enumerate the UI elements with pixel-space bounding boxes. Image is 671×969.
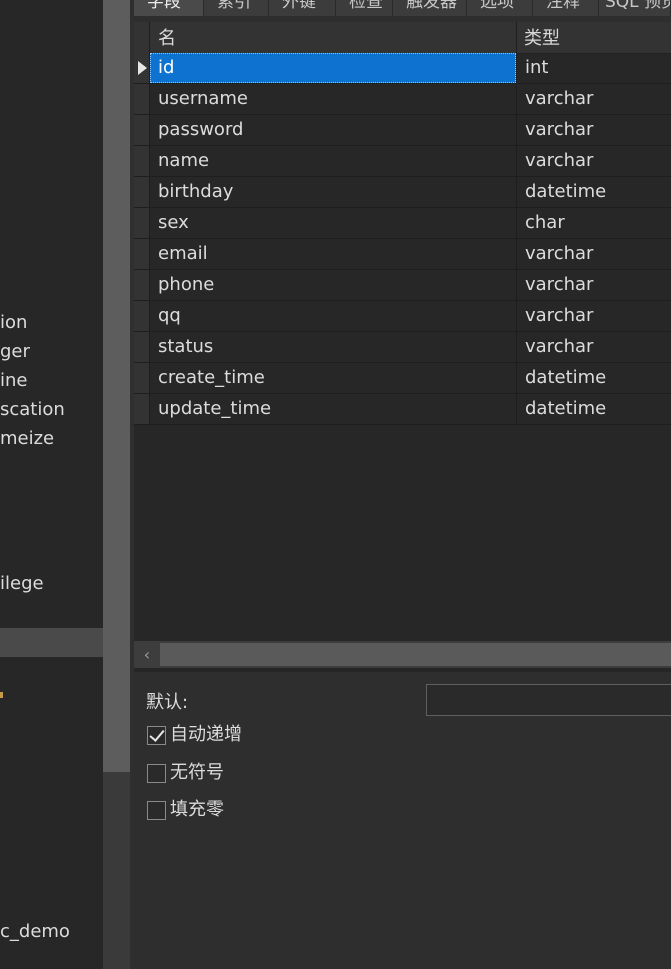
field-name-cell[interactable]: birthday <box>150 177 516 207</box>
field-name-cell[interactable]: sex <box>150 208 516 238</box>
nav-item[interactable]: ion <box>0 312 27 334</box>
default-label: 默认: <box>146 692 189 713</box>
navigator-scrollbar[interactable] <box>103 0 130 969</box>
row-selector[interactable] <box>134 270 150 300</box>
tab-foreign-keys[interactable]: 外键 <box>269 0 336 16</box>
field-name-cell[interactable]: status <box>150 332 516 362</box>
nav-item[interactable]: c_demo <box>0 921 70 943</box>
nav-item[interactable]: scation <box>0 399 65 421</box>
row-selector[interactable] <box>134 146 150 176</box>
auto-increment-label[interactable]: 自动递增 <box>170 724 242 746</box>
table-row[interactable]: status varchar <box>134 332 671 363</box>
unsigned-label[interactable]: 无符号 <box>170 762 224 784</box>
field-type-cell[interactable]: varchar <box>516 270 671 300</box>
field-name-cell[interactable]: qq <box>150 301 516 331</box>
tab-comment[interactable]: 注释 <box>533 0 599 16</box>
field-name-cell[interactable]: phone <box>150 270 516 300</box>
field-type-cell[interactable]: char <box>516 208 671 238</box>
table-row[interactable]: password varchar <box>134 115 671 146</box>
zerofill-checkbox[interactable] <box>147 801 166 820</box>
row-selector[interactable] <box>134 115 150 145</box>
field-name-cell[interactable]: id <box>150 53 516 83</box>
unsigned-checkbox[interactable] <box>147 764 166 783</box>
nav-item[interactable]: ine <box>0 370 27 392</box>
table-row[interactable]: create_time datetime <box>134 363 671 394</box>
table-row[interactable]: id int <box>134 53 671 84</box>
column-header-type[interactable]: 类型 <box>516 22 671 53</box>
field-type-cell[interactable]: datetime <box>516 394 671 424</box>
table-row[interactable]: phone varchar <box>134 270 671 301</box>
field-type-cell[interactable]: varchar <box>516 301 671 331</box>
default-value-input[interactable] <box>426 684 671 716</box>
nav-item-selected[interactable] <box>0 628 103 657</box>
field-name-cell[interactable]: update_time <box>150 394 516 424</box>
field-type-cell[interactable]: varchar <box>516 239 671 269</box>
grid-header: 名 类型 <box>134 22 671 54</box>
field-type-cell[interactable]: int <box>516 53 671 83</box>
row-selector[interactable] <box>134 53 150 83</box>
field-type-cell[interactable]: varchar <box>516 115 671 145</box>
header-corner <box>134 22 150 53</box>
field-name-cell[interactable]: username <box>150 84 516 114</box>
tab-fields[interactable]: 字段 <box>134 0 204 16</box>
row-selector[interactable] <box>134 84 150 114</box>
zerofill-label[interactable]: 填充零 <box>170 799 224 821</box>
table-row[interactable]: email varchar <box>134 239 671 270</box>
column-header-name[interactable]: 名 <box>150 22 516 53</box>
field-type-cell[interactable]: varchar <box>516 146 671 176</box>
field-name-cell[interactable]: name <box>150 146 516 176</box>
fields-grid: 名 类型 id int username varchar password va… <box>134 22 671 641</box>
auto-increment-checkbox[interactable] <box>147 726 166 745</box>
field-properties-panel: 默认: 自动递增 无符号 填充零 <box>134 672 671 969</box>
row-selector[interactable] <box>134 394 150 424</box>
horizontal-scroll-thumb[interactable] <box>160 643 671 666</box>
current-row-arrow-icon <box>138 61 147 75</box>
grid-horizontal-scrollbar[interactable]: ‹ <box>134 641 671 668</box>
row-selector[interactable] <box>134 301 150 331</box>
check-icon <box>149 726 165 742</box>
nav-item[interactable]: meize <box>0 428 54 450</box>
nav-item[interactable]: ger <box>0 341 30 363</box>
table-row[interactable]: username varchar <box>134 84 671 115</box>
field-type-cell[interactable]: varchar <box>516 332 671 362</box>
field-type-cell[interactable]: datetime <box>516 177 671 207</box>
navigator-pane: ion ger ine scation meize ilege c_demo <box>0 0 103 969</box>
navigator-scroll-thumb[interactable] <box>103 0 130 772</box>
tab-sql-preview[interactable]: SQL 预览 <box>599 0 671 16</box>
tab-bar: 字段 索引 外键 检查 触发器 选项 注释 SQL 预览 <box>134 0 671 16</box>
tab-indexes[interactable]: 索引 <box>204 0 269 16</box>
row-selector[interactable] <box>134 239 150 269</box>
table-row[interactable]: name varchar <box>134 146 671 177</box>
field-type-cell[interactable]: datetime <box>516 363 671 393</box>
table-row[interactable]: sex char <box>134 208 671 239</box>
field-name-cell[interactable]: create_time <box>150 363 516 393</box>
row-selector[interactable] <box>134 363 150 393</box>
table-row[interactable]: update_time datetime <box>134 394 671 425</box>
tab-options[interactable]: 选项 <box>467 0 533 16</box>
field-name-cell[interactable]: email <box>150 239 516 269</box>
row-selector[interactable] <box>134 332 150 362</box>
tab-checks[interactable]: 检查 <box>336 0 393 16</box>
field-name-cell[interactable]: password <box>150 115 516 145</box>
row-selector[interactable] <box>134 208 150 238</box>
nav-marker-icon <box>0 692 3 698</box>
field-type-cell[interactable]: varchar <box>516 84 671 114</box>
table-row[interactable]: birthday datetime <box>134 177 671 208</box>
table-row[interactable]: qq varchar <box>134 301 671 332</box>
row-selector[interactable] <box>134 177 150 207</box>
nav-item[interactable]: ilege <box>0 573 44 595</box>
scroll-left-arrow-icon[interactable]: ‹ <box>134 641 160 668</box>
tab-triggers[interactable]: 触发器 <box>393 0 467 16</box>
